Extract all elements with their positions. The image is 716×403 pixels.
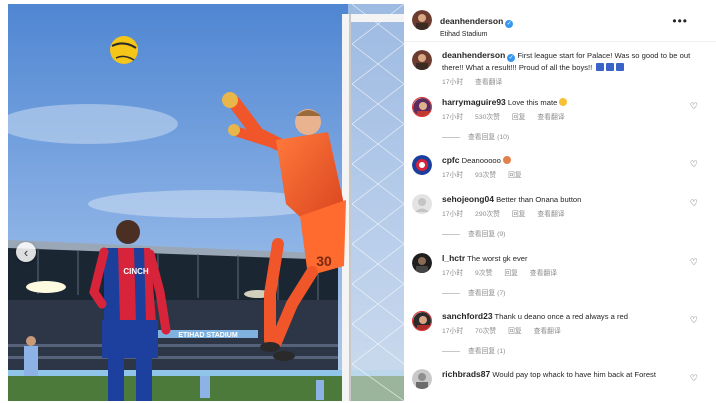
more-options-icon[interactable]: ••• — [672, 14, 688, 28]
comment-username[interactable]: cpfc — [442, 155, 459, 165]
commenter-avatar[interactable] — [412, 311, 432, 331]
comment-item: richbrads87 Would pay top whack to have … — [412, 369, 698, 389]
commenter-avatar[interactable] — [412, 253, 432, 273]
post-side-panel: deanhenderson ✓ Etihad Stadium ••• deanhe… — [404, 0, 716, 403]
raised-hands-emoji-icon — [596, 63, 605, 71]
comment-reply-button[interactable]: 回复 — [508, 328, 522, 335]
caption-username[interactable]: deanhenderson — [442, 50, 505, 60]
heart-icon[interactable]: ♡ — [690, 315, 698, 326]
comment-likes[interactable]: 93次赞 — [475, 172, 496, 179]
clapping-emoji-icon — [559, 98, 568, 106]
comment-username[interactable]: richbrads87 — [442, 369, 490, 379]
comment-likes[interactable]: 70次赞 — [475, 328, 496, 335]
commenter-avatar[interactable] — [412, 155, 432, 175]
heart-icon[interactable]: ♡ — [690, 257, 698, 268]
view-replies-button[interactable]: 查看回复 (9) — [442, 228, 692, 238]
comment-text: The worst gk ever — [467, 254, 528, 263]
view-replies-button[interactable]: 查看回复 (1) — [442, 345, 692, 355]
comment-reply-button[interactable]: 回复 — [512, 114, 526, 121]
comment-item: sanchford23 Thank u deano once a red alw… — [412, 311, 698, 355]
comment-reply-button[interactable]: 回复 — [512, 211, 526, 218]
commenter-avatar[interactable] — [412, 194, 432, 214]
comment-item: l_hctr The worst gk ever 17小时 9次赞 回复 查看翻… — [412, 253, 698, 297]
caption-translate-button[interactable]: 查看翻译 — [475, 79, 502, 86]
comment-text: Thank u deano once a red always a red — [494, 312, 628, 321]
comment-translate-button[interactable]: 查看翻译 — [534, 328, 561, 335]
comment-likes[interactable]: 9次赞 — [475, 270, 492, 277]
caption-avatar[interactable] — [412, 50, 432, 70]
heart-icon[interactable]: ♡ — [690, 373, 698, 384]
comment-username[interactable]: harrymaguire93 — [442, 97, 506, 107]
comment-reply-button[interactable]: 回复 — [508, 172, 522, 179]
comment-time: 17小时 — [442, 172, 464, 179]
post-header: deanhenderson ✓ Etihad Stadium ••• — [404, 0, 716, 42]
verified-badge-icon: ✓ — [507, 54, 516, 62]
heart-icon[interactable]: ♡ — [690, 101, 698, 112]
view-replies-button[interactable]: 查看回复 (7) — [442, 287, 692, 297]
comment-time: 17小时 — [442, 211, 464, 218]
comment-text: Would pay top whack to have him back at … — [492, 370, 656, 379]
commenter-avatar[interactable] — [412, 97, 432, 117]
comment-item: sehojeong04 Better than Onana button 17小… — [412, 194, 698, 238]
raised-hands-emoji-icon — [616, 63, 625, 71]
post-photo[interactable]: ETIHAD STADIUM 30 CINCH ‹ — [8, 4, 404, 401]
heart-eyes-emoji-icon — [502, 156, 511, 164]
stadium-board-text: ETIHAD STADIUM — [178, 332, 238, 339]
comment-translate-button[interactable]: 查看翻译 — [530, 270, 557, 277]
view-replies-button[interactable]: 查看回复 (10) — [442, 131, 692, 141]
shirt-number: 30 — [316, 253, 332, 269]
comment-username[interactable]: l_hctr — [442, 253, 465, 263]
verified-badge-icon: ✓ — [505, 20, 514, 28]
match-photo: ETIHAD STADIUM 30 CINCH — [8, 4, 404, 401]
comment-username[interactable]: sanchford23 — [442, 311, 493, 321]
comment-item: harrymaguire93 Love this mate 17小时 530次赞… — [412, 97, 698, 141]
heart-icon[interactable]: ♡ — [690, 159, 698, 170]
comment-username[interactable]: sehojeong04 — [442, 194, 494, 204]
heart-icon[interactable]: ♡ — [690, 198, 698, 209]
comment-likes[interactable]: 530次赞 — [475, 114, 500, 121]
chevron-left-icon[interactable]: ‹ — [16, 242, 36, 262]
comment-reply-button[interactable]: 回复 — [504, 270, 518, 277]
comment-time: 17小时 — [442, 114, 464, 121]
comment-translate-button[interactable]: 查看翻译 — [537, 211, 564, 218]
post-location[interactable]: Etihad Stadium — [440, 31, 513, 38]
comment-likes[interactable]: 290次赞 — [475, 211, 500, 218]
comment-translate-button[interactable]: 查看翻译 — [537, 114, 564, 121]
comment-time: 17小时 — [442, 328, 464, 335]
comment-time: 17小时 — [442, 270, 464, 277]
comment-item: cpfc Deanooooo 17小时 93次赞 回复 ♡ — [412, 155, 698, 179]
author-username[interactable]: deanhenderson — [440, 16, 503, 26]
comment-text: Deanooooo — [461, 156, 501, 165]
caption-time: 17小时 — [442, 79, 464, 86]
post-caption: deanhenderson ✓ First league start for Pa… — [412, 50, 702, 86]
comment-text: Love this mate — [507, 98, 558, 107]
raised-hands-emoji-icon — [606, 63, 615, 71]
comment-text: Better than Onana button — [496, 195, 582, 204]
commenter-avatar[interactable] — [412, 369, 432, 389]
sponsor-text: CINCH — [123, 267, 149, 276]
author-avatar[interactable] — [412, 10, 432, 30]
